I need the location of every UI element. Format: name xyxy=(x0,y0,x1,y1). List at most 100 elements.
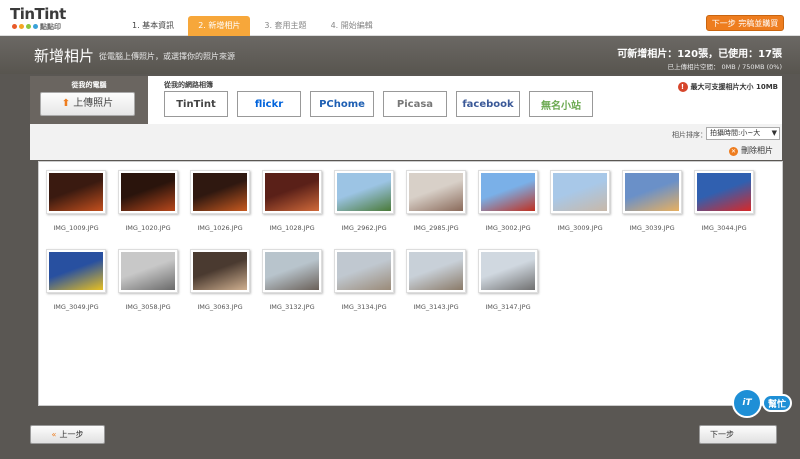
photo-image xyxy=(337,173,391,211)
photo-image xyxy=(409,252,463,290)
service-button[interactable]: TinTint xyxy=(164,91,228,117)
photo-image xyxy=(481,173,535,211)
sort-select[interactable]: 拍攝時間:小~大 ▼ xyxy=(706,127,780,140)
photo-filename: IMG_3063.JPG xyxy=(197,303,243,311)
photo-image xyxy=(49,173,103,211)
photo-thumbnail[interactable] xyxy=(694,170,754,214)
online-source-label: 從我的網路相簿 xyxy=(164,81,213,89)
photo-filename: IMG_3143.JPG xyxy=(413,303,459,311)
photo-filename: IMG_1020.JPG xyxy=(125,224,171,232)
photo-source-bar: 從我的電腦 ⬆ 上傳照片 從我的網路相簿 TinTint flickr PChome P… xyxy=(30,76,782,124)
photo-thumbnail[interactable] xyxy=(550,170,610,214)
chevron-down-icon: ▼ xyxy=(771,129,777,137)
ithelp-logo-icon: iT xyxy=(732,388,762,418)
brand-dot xyxy=(12,24,17,29)
service-button[interactable]: Picasa xyxy=(383,91,447,117)
photo-filename: IMG_3009.JPG xyxy=(557,224,603,232)
photo-thumbnail[interactable] xyxy=(118,170,178,214)
online-service-list: TinTint flickr PChome Picasa facebook 無名小站 xyxy=(164,91,593,117)
photo-filename: IMG_3044.JPG xyxy=(701,224,747,232)
service-button[interactable]: facebook xyxy=(456,91,520,117)
photo-filename: IMG_1028.JPG xyxy=(269,224,315,232)
photo-image xyxy=(697,173,751,211)
photo-image xyxy=(409,173,463,211)
photo-thumbnail[interactable] xyxy=(478,170,538,214)
photo-image xyxy=(193,252,247,290)
upload-label: 上傳照片 xyxy=(73,98,114,109)
ithelp-badge: iT 幫忙 xyxy=(732,388,794,418)
photo-filename: IMG_2962.JPG xyxy=(341,224,387,232)
photo-filename: IMG_3002.JPG xyxy=(485,224,531,232)
brand-dot xyxy=(19,24,24,29)
service-button[interactable]: 無名小站 xyxy=(529,91,593,117)
photo-image xyxy=(481,252,535,290)
previous-label: 上一步 xyxy=(59,430,84,439)
step-tab[interactable]: 1. 基本資訊 xyxy=(122,16,184,36)
photo-thumbnail[interactable] xyxy=(118,249,178,293)
photo-thumbnail[interactable] xyxy=(334,249,394,293)
photo-image xyxy=(625,173,679,211)
brand-dot xyxy=(33,24,38,29)
service-button[interactable]: PChome xyxy=(310,91,374,117)
photo-filename: IMG_1026.JPG xyxy=(197,224,243,232)
upload-photos-button[interactable]: ⬆ 上傳照片 xyxy=(40,92,135,116)
brand-name: TinTint xyxy=(10,5,66,23)
photo-thumbnail[interactable] xyxy=(190,170,250,214)
next-step-button[interactable]: 下一步 xyxy=(699,425,777,444)
photo-image xyxy=(49,252,103,290)
step-tab[interactable]: 3. 套用主題 xyxy=(254,16,316,36)
page-subtitle: 從電腦上傳照片，或選擇你的照片來源 xyxy=(99,52,235,61)
step-tab[interactable]: 4. 開始編輯 xyxy=(321,16,383,36)
photo-quota: 可新增相片：120張，已使用：17張 xyxy=(617,49,782,60)
close-icon: ✕ xyxy=(729,147,738,156)
photo-filename: IMG_3132.JPG xyxy=(269,303,315,311)
max-size-notice: ! 最大可支援相片大小 10MB xyxy=(677,82,778,92)
photo-filename: IMG_3049.JPG xyxy=(53,303,99,311)
photo-image xyxy=(265,173,319,211)
local-source-box: 從我的電腦 ⬆ 上傳照片 xyxy=(30,76,148,124)
photo-thumbnail[interactable] xyxy=(190,249,250,293)
max-size-text: 最大可支援相片大小 10MB xyxy=(690,83,778,91)
photo-image xyxy=(121,252,175,290)
main-panel: 新增相片 從電腦上傳照片，或選擇你的照片來源 可新增相片：120張，已使用：17… xyxy=(0,36,800,459)
photo-image xyxy=(265,252,319,290)
next-label: 下一步 xyxy=(710,430,734,439)
page-title: 新增相片 xyxy=(34,47,95,65)
step-tab[interactable]: 2. 新增相片 xyxy=(188,16,251,36)
brand-dots xyxy=(12,24,38,29)
photo-thumbnail[interactable] xyxy=(46,249,106,293)
finish-and-buy-button[interactable]: 下一步 完稿並購買 xyxy=(706,15,784,31)
photo-image xyxy=(337,252,391,290)
brand-sub: 點點印 xyxy=(40,23,61,31)
photo-thumbnail[interactable] xyxy=(406,170,466,214)
panel-header: 新增相片 從電腦上傳照片，或選擇你的照片來源 可新增相片：120張，已使用：17… xyxy=(0,36,800,74)
photo-thumbnail[interactable] xyxy=(406,249,466,293)
photo-image xyxy=(553,173,607,211)
storage-usage: 已上傳相片空間： 0MB / 750MB (0%) xyxy=(667,63,782,71)
photo-thumbnail[interactable] xyxy=(46,170,106,214)
ithelp-badge-text: 幫忙 xyxy=(762,394,792,412)
service-button[interactable]: flickr xyxy=(237,91,301,117)
photo-filename: IMG_2985.JPG xyxy=(413,224,459,232)
photo-toolbar: 相片排序： 拍攝時間:小~大 ▼ ✕ 刪除相片 xyxy=(30,124,782,160)
photo-thumbnail[interactable] xyxy=(262,170,322,214)
brand-logo[interactable]: TinTint 點點印 xyxy=(10,5,80,31)
photo-thumbnail[interactable] xyxy=(478,249,538,293)
delete-photos-button[interactable]: ✕ 刪除相片 xyxy=(729,145,773,156)
brand-dot xyxy=(26,24,31,29)
photo-image xyxy=(121,173,175,211)
photo-filename: IMG_3147.JPG xyxy=(485,303,531,311)
photo-filename: IMG_1009.JPG xyxy=(53,224,99,232)
photo-thumbnail[interactable] xyxy=(334,170,394,214)
photo-filename: IMG_3134.JPG xyxy=(341,303,387,311)
photo-thumbnail[interactable] xyxy=(262,249,322,293)
chevron-left-icon: « xyxy=(51,430,57,439)
previous-step-button[interactable]: «上一步 xyxy=(30,425,105,444)
delete-label: 刪除相片 xyxy=(741,146,773,155)
photo-filename: IMG_3039.JPG xyxy=(629,224,675,232)
photo-image xyxy=(193,173,247,211)
sort-label: 相片排序： xyxy=(672,131,707,139)
photo-thumbnail[interactable] xyxy=(622,170,682,214)
local-source-label: 從我的電腦 xyxy=(71,81,107,89)
top-header: TinTint 點點印 1. 基本資訊 2. 新增相片 3. 套用主題 4. 開始編輯… xyxy=(0,0,800,36)
